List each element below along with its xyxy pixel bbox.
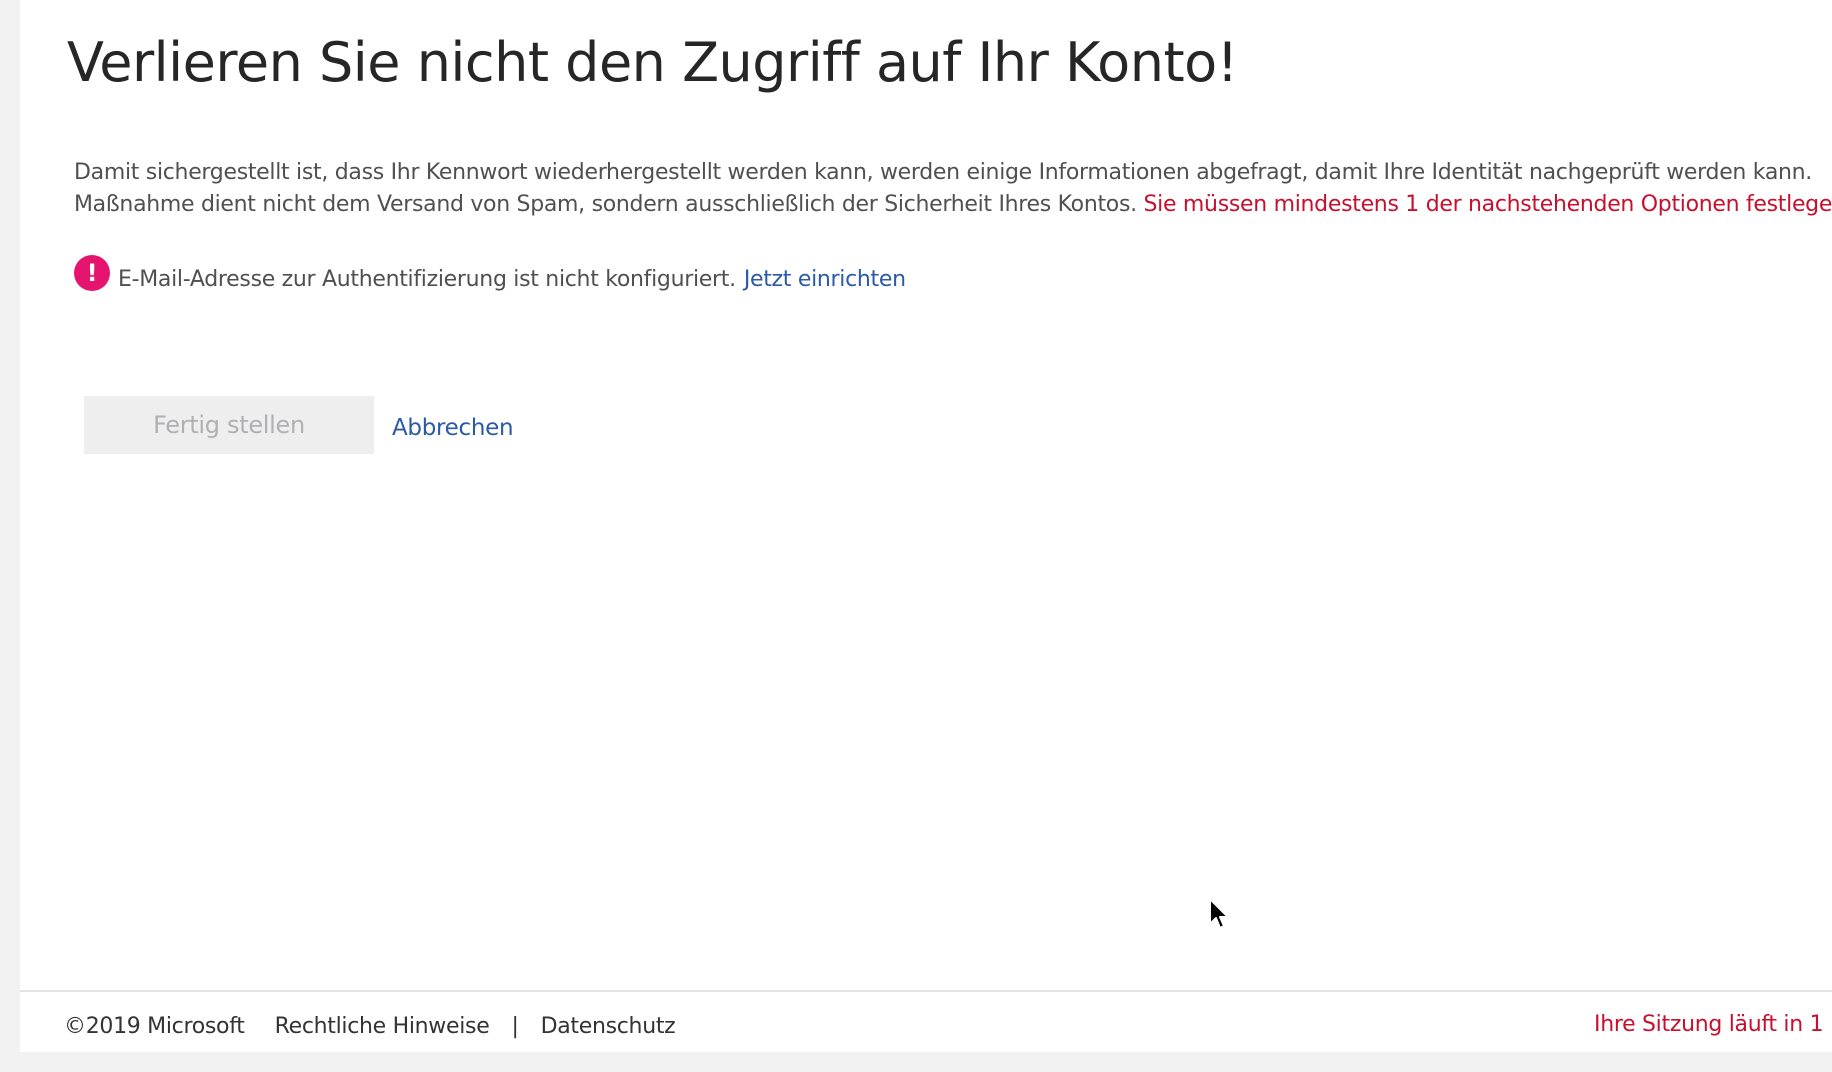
intro-text: Damit sichergestellt ist, dass Ihr Kennw… (74, 157, 1832, 221)
setup-now-link[interactable]: Jetzt einrichten (744, 267, 906, 292)
finish-button[interactable]: Fertig stellen (84, 396, 374, 454)
email-not-configured-notice: ! E-Mail-Adresse zur Authentifizierung i… (74, 255, 906, 299)
form-actions: Fertig stellen Abbrechen (84, 396, 514, 454)
cancel-link[interactable]: Abbrechen (392, 415, 514, 441)
legal-notice-link[interactable]: Rechtliche Hinweise (275, 1014, 490, 1039)
intro-line-2-text: Maßnahme dient nicht dem Versand von Spa… (74, 192, 1137, 217)
intro-line-2: Maßnahme dient nicht dem Versand von Spa… (74, 189, 1832, 221)
notice-text: E-Mail-Adresse zur Authentifizierung ist… (118, 266, 736, 292)
session-timeout-message: Ihre Sitzung läuft in 1 (1594, 1012, 1824, 1037)
footer-separator: | (511, 1014, 519, 1039)
page-title: Verlieren Sie nicht den Zugriff auf Ihr … (67, 31, 1238, 94)
footer-links: ©2019 Microsoft Rechtliche Hinweise | Da… (64, 1014, 676, 1039)
intro-line-1: Damit sichergestellt ist, dass Ihr Kennw… (74, 160, 1812, 185)
exclamation-circle-icon: ! (74, 255, 110, 291)
required-options-message: Sie müssen mindestens 1 der nachstehende… (1143, 192, 1832, 217)
copyright: ©2019 Microsoft (64, 1014, 245, 1039)
privacy-link[interactable]: Datenschutz (541, 1014, 676, 1039)
page: Verlieren Sie nicht den Zugriff auf Ihr … (20, 0, 1832, 1052)
mouse-cursor-icon (1209, 898, 1229, 929)
footer: ©2019 Microsoft Rechtliche Hinweise | Da… (20, 990, 1832, 1052)
